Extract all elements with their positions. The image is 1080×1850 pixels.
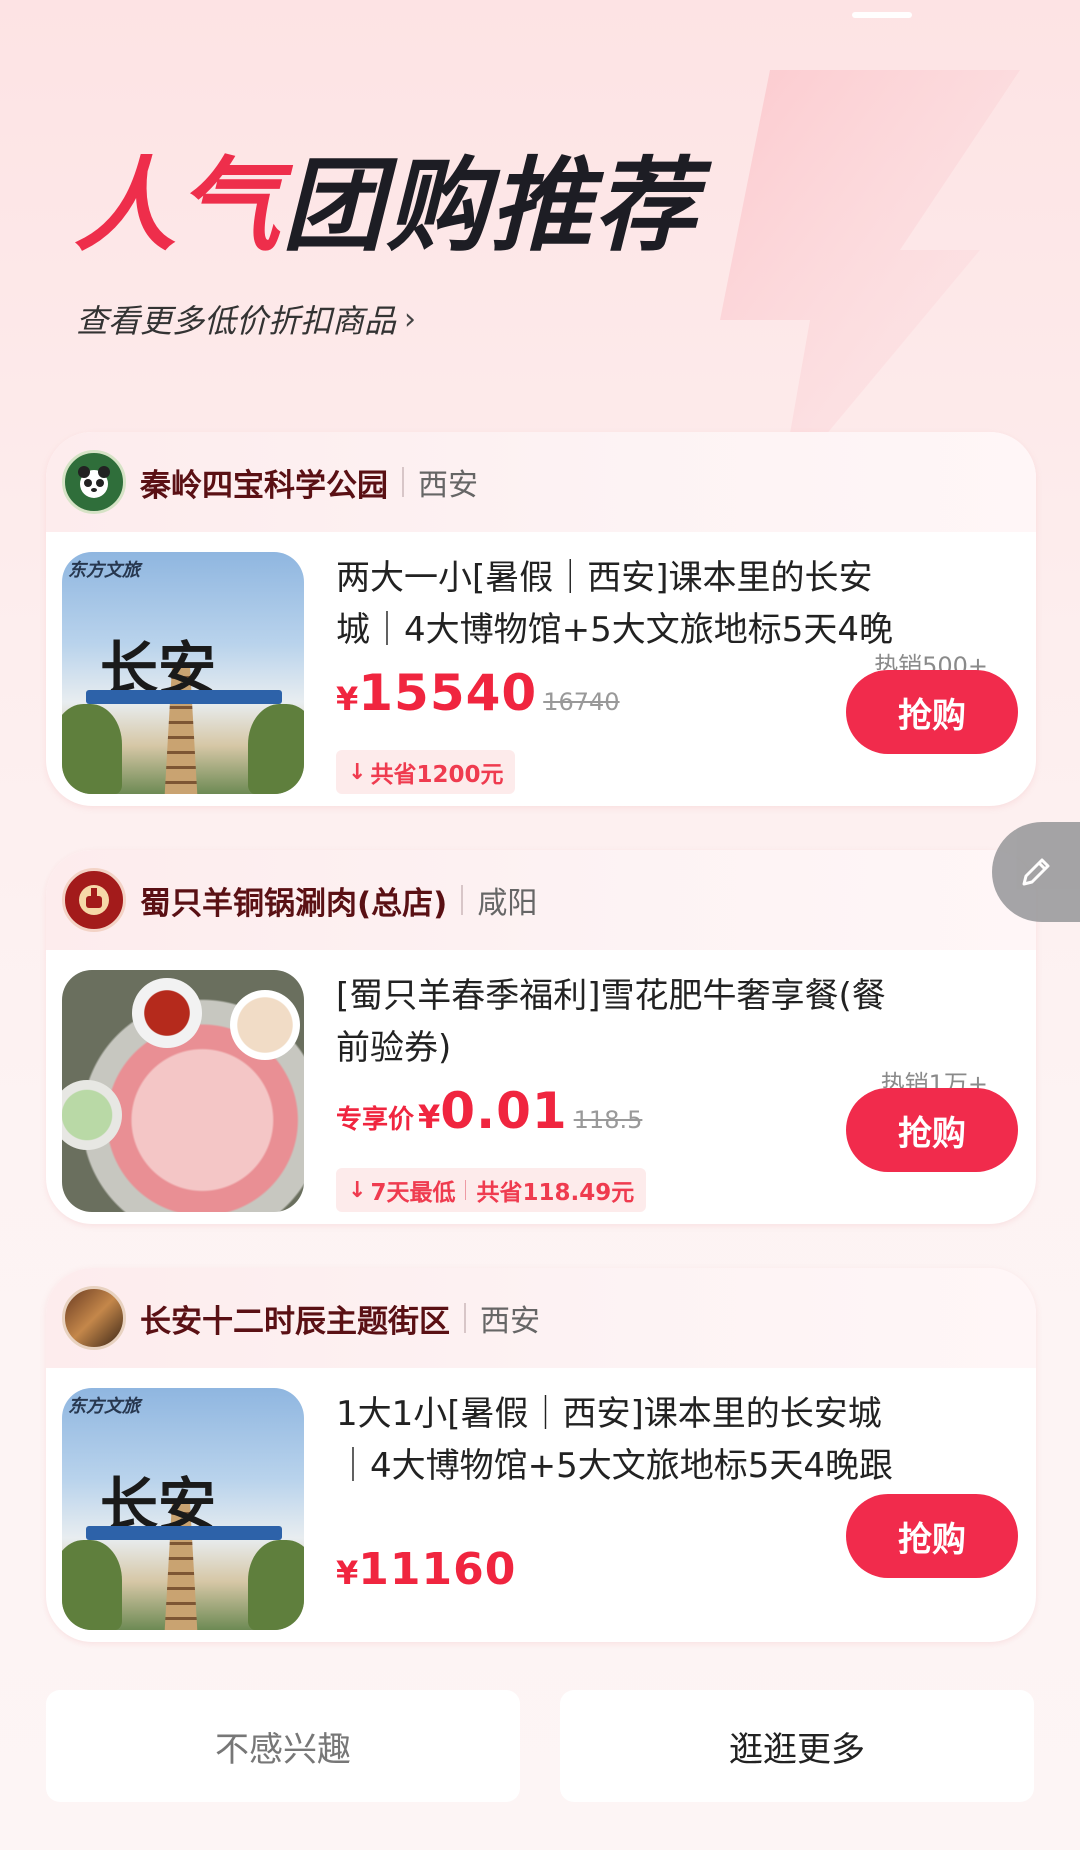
deal-card[interactable]: 长安十二时辰主题街区 西安 东方文旅 长安 1大1小[暑假｜西安]课本里的长安城…	[46, 1268, 1036, 1642]
deal-body[interactable]: 东方文旅 长安 1大1小[暑假｜西安]课本里的长安城｜4大博物馆+5大文旅地标5…	[46, 1368, 1036, 1642]
original-price: 118.5	[573, 1106, 643, 1134]
buy-button[interactable]: 抢购	[846, 1494, 1018, 1578]
browse-more-button[interactable]: 逛逛更多	[560, 1690, 1034, 1802]
currency-symbol: ¥	[336, 1554, 359, 1592]
lightning-bolt-decoration	[720, 70, 1020, 490]
product-thumbnail[interactable]: 东方文旅 长安	[62, 552, 304, 794]
thumb-brand: 东方文旅	[68, 560, 140, 581]
product-title[interactable]: [蜀只羊春季福利]雪花肥牛奢享餐(餐前验券)	[336, 970, 906, 1074]
sauce-bowl-image	[132, 978, 202, 1048]
price-row: 专享价 ¥ 0.01 118.5	[336, 1082, 642, 1140]
divider	[461, 885, 464, 915]
product-title[interactable]: 两大一小[暑假｜西安]课本里的长安城｜4大博物馆+5大文旅地标5天4晚跟...	[336, 552, 906, 656]
shop-name: 秦岭四宝科学公园	[140, 467, 388, 504]
drag-handle[interactable]	[852, 12, 912, 18]
price: 15540	[358, 664, 538, 722]
tree-image	[62, 1540, 122, 1630]
bun-plate-image	[230, 990, 300, 1060]
currency-symbol: ¥	[336, 680, 359, 718]
currency-symbol: ¥	[418, 1098, 441, 1136]
street-logo-icon	[62, 1286, 126, 1350]
savings-text: 共省1200元	[370, 762, 504, 788]
product-thumbnail[interactable]: 东方文旅 长安	[62, 1388, 304, 1630]
shop-name: 蜀只羊铜锅涮肉(总店)	[140, 885, 448, 922]
shop-city: 西安	[480, 1304, 540, 1339]
shop-city: 西安	[418, 468, 478, 503]
price: 0.01	[440, 1082, 568, 1140]
see-more-link[interactable]: 查看更多低价折扣商品 ›	[76, 296, 416, 342]
savings-tag: ↓ 共省1200元	[336, 750, 516, 794]
shop-city: 咸阳	[477, 886, 538, 921]
deal-body[interactable]: [蜀只羊春季福利]雪花肥牛奢享餐(餐前验券) 热销1万+ 专享价 ¥ 0.01 …	[46, 950, 1036, 1224]
title-accent: 人气	[74, 147, 282, 266]
tag-divider	[465, 1180, 467, 1200]
buy-button[interactable]: 抢购	[846, 670, 1018, 754]
title-main: 团购推荐	[282, 147, 698, 266]
deal-card[interactable]: 秦岭四宝科学公园 西安 东方文旅 长安 两大一小[暑假｜西安]课本里的长安城｜4…	[46, 432, 1036, 806]
savings-text: 共省118.49元	[476, 1180, 635, 1206]
price: 11160	[358, 1544, 517, 1595]
shop-header[interactable]: 长安十二时辰主题街区 西安	[46, 1268, 1036, 1368]
chevron-right-icon: ›	[404, 301, 417, 337]
thumb-band	[86, 690, 282, 704]
deal-body[interactable]: 东方文旅 长安 两大一小[暑假｜西安]课本里的长安城｜4大博物馆+5大文旅地标5…	[46, 532, 1036, 806]
panda-logo-icon	[62, 450, 126, 514]
tree-image	[248, 704, 304, 794]
buy-button[interactable]: 抢购	[846, 1088, 1018, 1172]
cucumber-plate-image	[62, 1080, 122, 1150]
lowest-price-text: 7天最低	[370, 1180, 456, 1206]
price-row: ¥ 15540 16740	[336, 664, 620, 722]
shop-header[interactable]: 秦岭四宝科学公园 西安	[46, 432, 1036, 532]
deal-card[interactable]: 蜀只羊铜锅涮肉(总店) 咸阳 [蜀只羊春季福利]雪花肥牛奢享餐(餐前验券) 热销…	[46, 850, 1036, 1224]
shop-header[interactable]: 蜀只羊铜锅涮肉(总店) 咸阳	[46, 850, 1036, 950]
divider	[464, 1303, 466, 1333]
down-arrow-icon: ↓	[348, 1177, 367, 1203]
divider	[402, 467, 404, 497]
savings-tag: ↓ 7天最低 共省118.49元	[336, 1168, 647, 1212]
hotpot-logo-icon	[62, 868, 126, 932]
thumb-brand: 东方文旅	[68, 1396, 140, 1417]
exclusive-price-label: 专享价	[336, 1105, 415, 1135]
price-row: ¥ 11160	[336, 1544, 516, 1595]
product-title[interactable]: 1大1小[暑假｜西安]课本里的长安城｜4大博物馆+5大文旅地标5天4晚跟团游	[336, 1388, 906, 1492]
not-interested-button[interactable]: 不感兴趣	[46, 1690, 520, 1802]
tree-image	[62, 704, 122, 794]
thumb-band	[86, 1526, 282, 1540]
product-thumbnail[interactable]	[62, 970, 304, 1212]
down-arrow-icon: ↓	[348, 759, 367, 785]
shop-name: 长安十二时辰主题街区	[140, 1303, 450, 1340]
original-price: 16740	[543, 688, 620, 716]
page-title: 人气团购推荐	[74, 146, 698, 268]
tree-image	[248, 1540, 304, 1630]
pencil-icon	[1022, 858, 1050, 886]
see-more-label: 查看更多低价折扣商品	[76, 302, 397, 340]
